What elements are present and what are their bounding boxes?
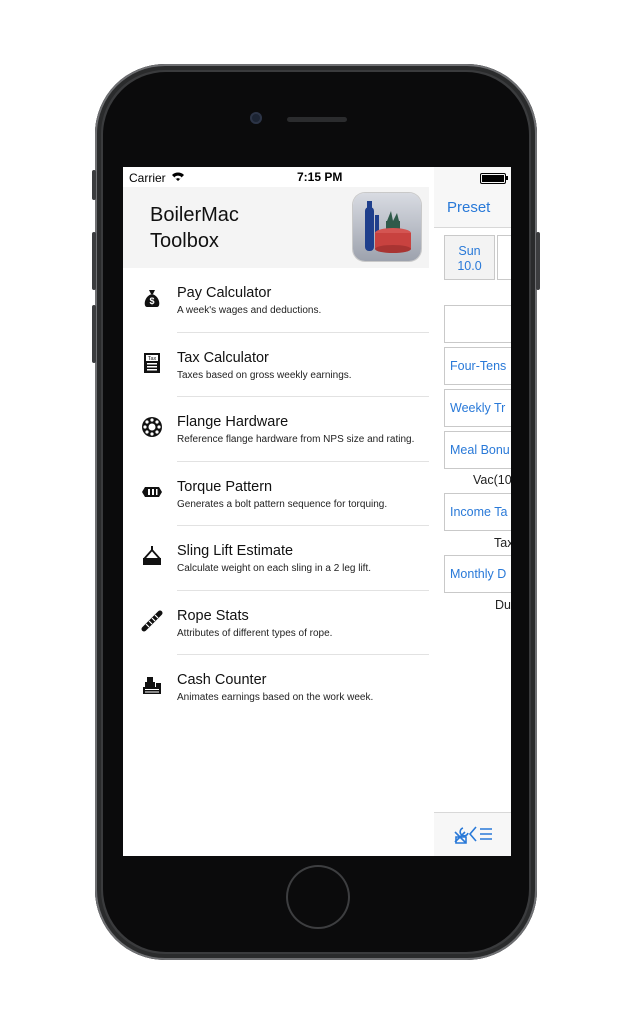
- screen: Preset Sun 10.0 Four-Tens Weekly Tr Meal…: [123, 167, 511, 856]
- vacation-caption: Vac(10: [473, 473, 511, 487]
- menu-item-subtitle: Generates a bolt pattern sequence for to…: [177, 498, 388, 510]
- menu-item-title: Pay Calculator: [177, 285, 272, 301]
- app-logo: [353, 193, 421, 261]
- flange-icon: [142, 417, 162, 437]
- mute-switch: [92, 170, 96, 200]
- status-bar: Carrier 7:15 PM: [123, 167, 511, 187]
- dues-caption: Du: [495, 598, 511, 612]
- money-bag-icon: $: [144, 290, 160, 307]
- day-selector-next[interactable]: [497, 235, 511, 280]
- menu-item-subtitle: A week's wages and deductions.: [177, 305, 322, 316]
- schedule-field[interactable]: Four-Tens: [444, 347, 511, 385]
- menu-item-subtitle: Reference flange hardware from NPS size …: [177, 434, 415, 445]
- home-button[interactable]: [286, 865, 350, 929]
- menu-item-tax-calculator[interactable]: Tax Tax Calculator Taxes based on gross …: [123, 333, 429, 397]
- menu-item-pay-calculator[interactable]: $ Pay Calculator A week's wages and dedu…: [123, 268, 429, 333]
- day-name: Sun: [458, 244, 481, 258]
- menu-item-title: Sling Lift Estimate: [177, 543, 294, 559]
- day-selector-sun[interactable]: Sun 10.0: [444, 235, 495, 280]
- app-title: BoilerMac Toolbox: [150, 204, 239, 252]
- meal-bonus-field[interactable]: Meal Bonu: [444, 431, 511, 469]
- menu-item-subtitle: Animates earnings based on the work week…: [177, 692, 374, 703]
- cash-stack-icon: [143, 677, 161, 694]
- menu-item-title: Cash Counter: [177, 672, 267, 688]
- menu-item-subtitle: Attributes of different types of rope.: [177, 627, 333, 639]
- carrier-label: Carrier: [129, 171, 166, 185]
- tax-caption: Tax: [494, 536, 511, 550]
- wifi-icon: [172, 172, 184, 181]
- monthly-dues-field[interactable]: Monthly D: [444, 555, 511, 593]
- menu-item-torque-pattern[interactable]: Torque Pattern Generates a bolt pattern …: [123, 462, 429, 526]
- menu-header: BoilerMac Toolbox: [123, 187, 429, 268]
- menu-item-sling-lift-estimate[interactable]: Sling Lift Estimate Calculate weight on …: [123, 526, 429, 591]
- detail-empty-field[interactable]: [444, 305, 511, 343]
- menu-item-rope-stats[interactable]: Rope Stats Attributes of different types…: [123, 591, 429, 655]
- volume-down-button: [92, 305, 96, 363]
- svg-text:Tax: Tax: [148, 356, 157, 362]
- income-tax-field[interactable]: Income Ta: [444, 493, 511, 531]
- menu-item-subtitle: Calculate weight on each sling in a 2 le…: [177, 563, 372, 574]
- weekly-travel-field[interactable]: Weekly Tr: [444, 389, 511, 427]
- menu-item-flange-hardware[interactable]: Flange Hardware Reference flange hardwar…: [123, 397, 429, 462]
- preset-button[interactable]: Preset: [447, 199, 490, 216]
- menu-item-title: Tax Calculator: [177, 349, 269, 366]
- volume-up-button: [92, 232, 96, 290]
- menu-item-cash-counter[interactable]: Cash Counter Animates earnings based on …: [123, 655, 429, 720]
- status-time: 7:15 PM: [297, 170, 343, 184]
- detail-panel: Preset Sun 10.0 Four-Tens Weekly Tr Meal…: [434, 167, 511, 856]
- menu-list: $ Pay Calculator A week's wages and dedu…: [123, 268, 429, 720]
- rope-icon: [141, 610, 163, 631]
- tools-menu-icon[interactable]: [452, 823, 494, 845]
- menu-item-title: Flange Hardware: [177, 414, 289, 430]
- menu-item-title: Rope Stats: [177, 607, 249, 624]
- battery-icon: [480, 173, 508, 184]
- earpiece-speaker: [287, 117, 347, 122]
- day-hours: 10.0: [457, 259, 482, 273]
- power-button: [536, 232, 540, 290]
- svg-text:$: $: [149, 296, 154, 306]
- front-camera: [250, 112, 262, 124]
- sling-lift-icon: [143, 546, 161, 565]
- menu-item-title: Torque Pattern: [177, 478, 273, 495]
- bolt-nut-icon: [142, 486, 162, 497]
- detail-toolbar: [434, 812, 511, 856]
- menu-item-subtitle: Taxes based on gross weekly earnings.: [177, 369, 352, 381]
- tax-document-icon: Tax: [144, 352, 160, 373]
- side-menu: BoilerMac Toolbox $ Pay Calculator A wee…: [123, 167, 434, 856]
